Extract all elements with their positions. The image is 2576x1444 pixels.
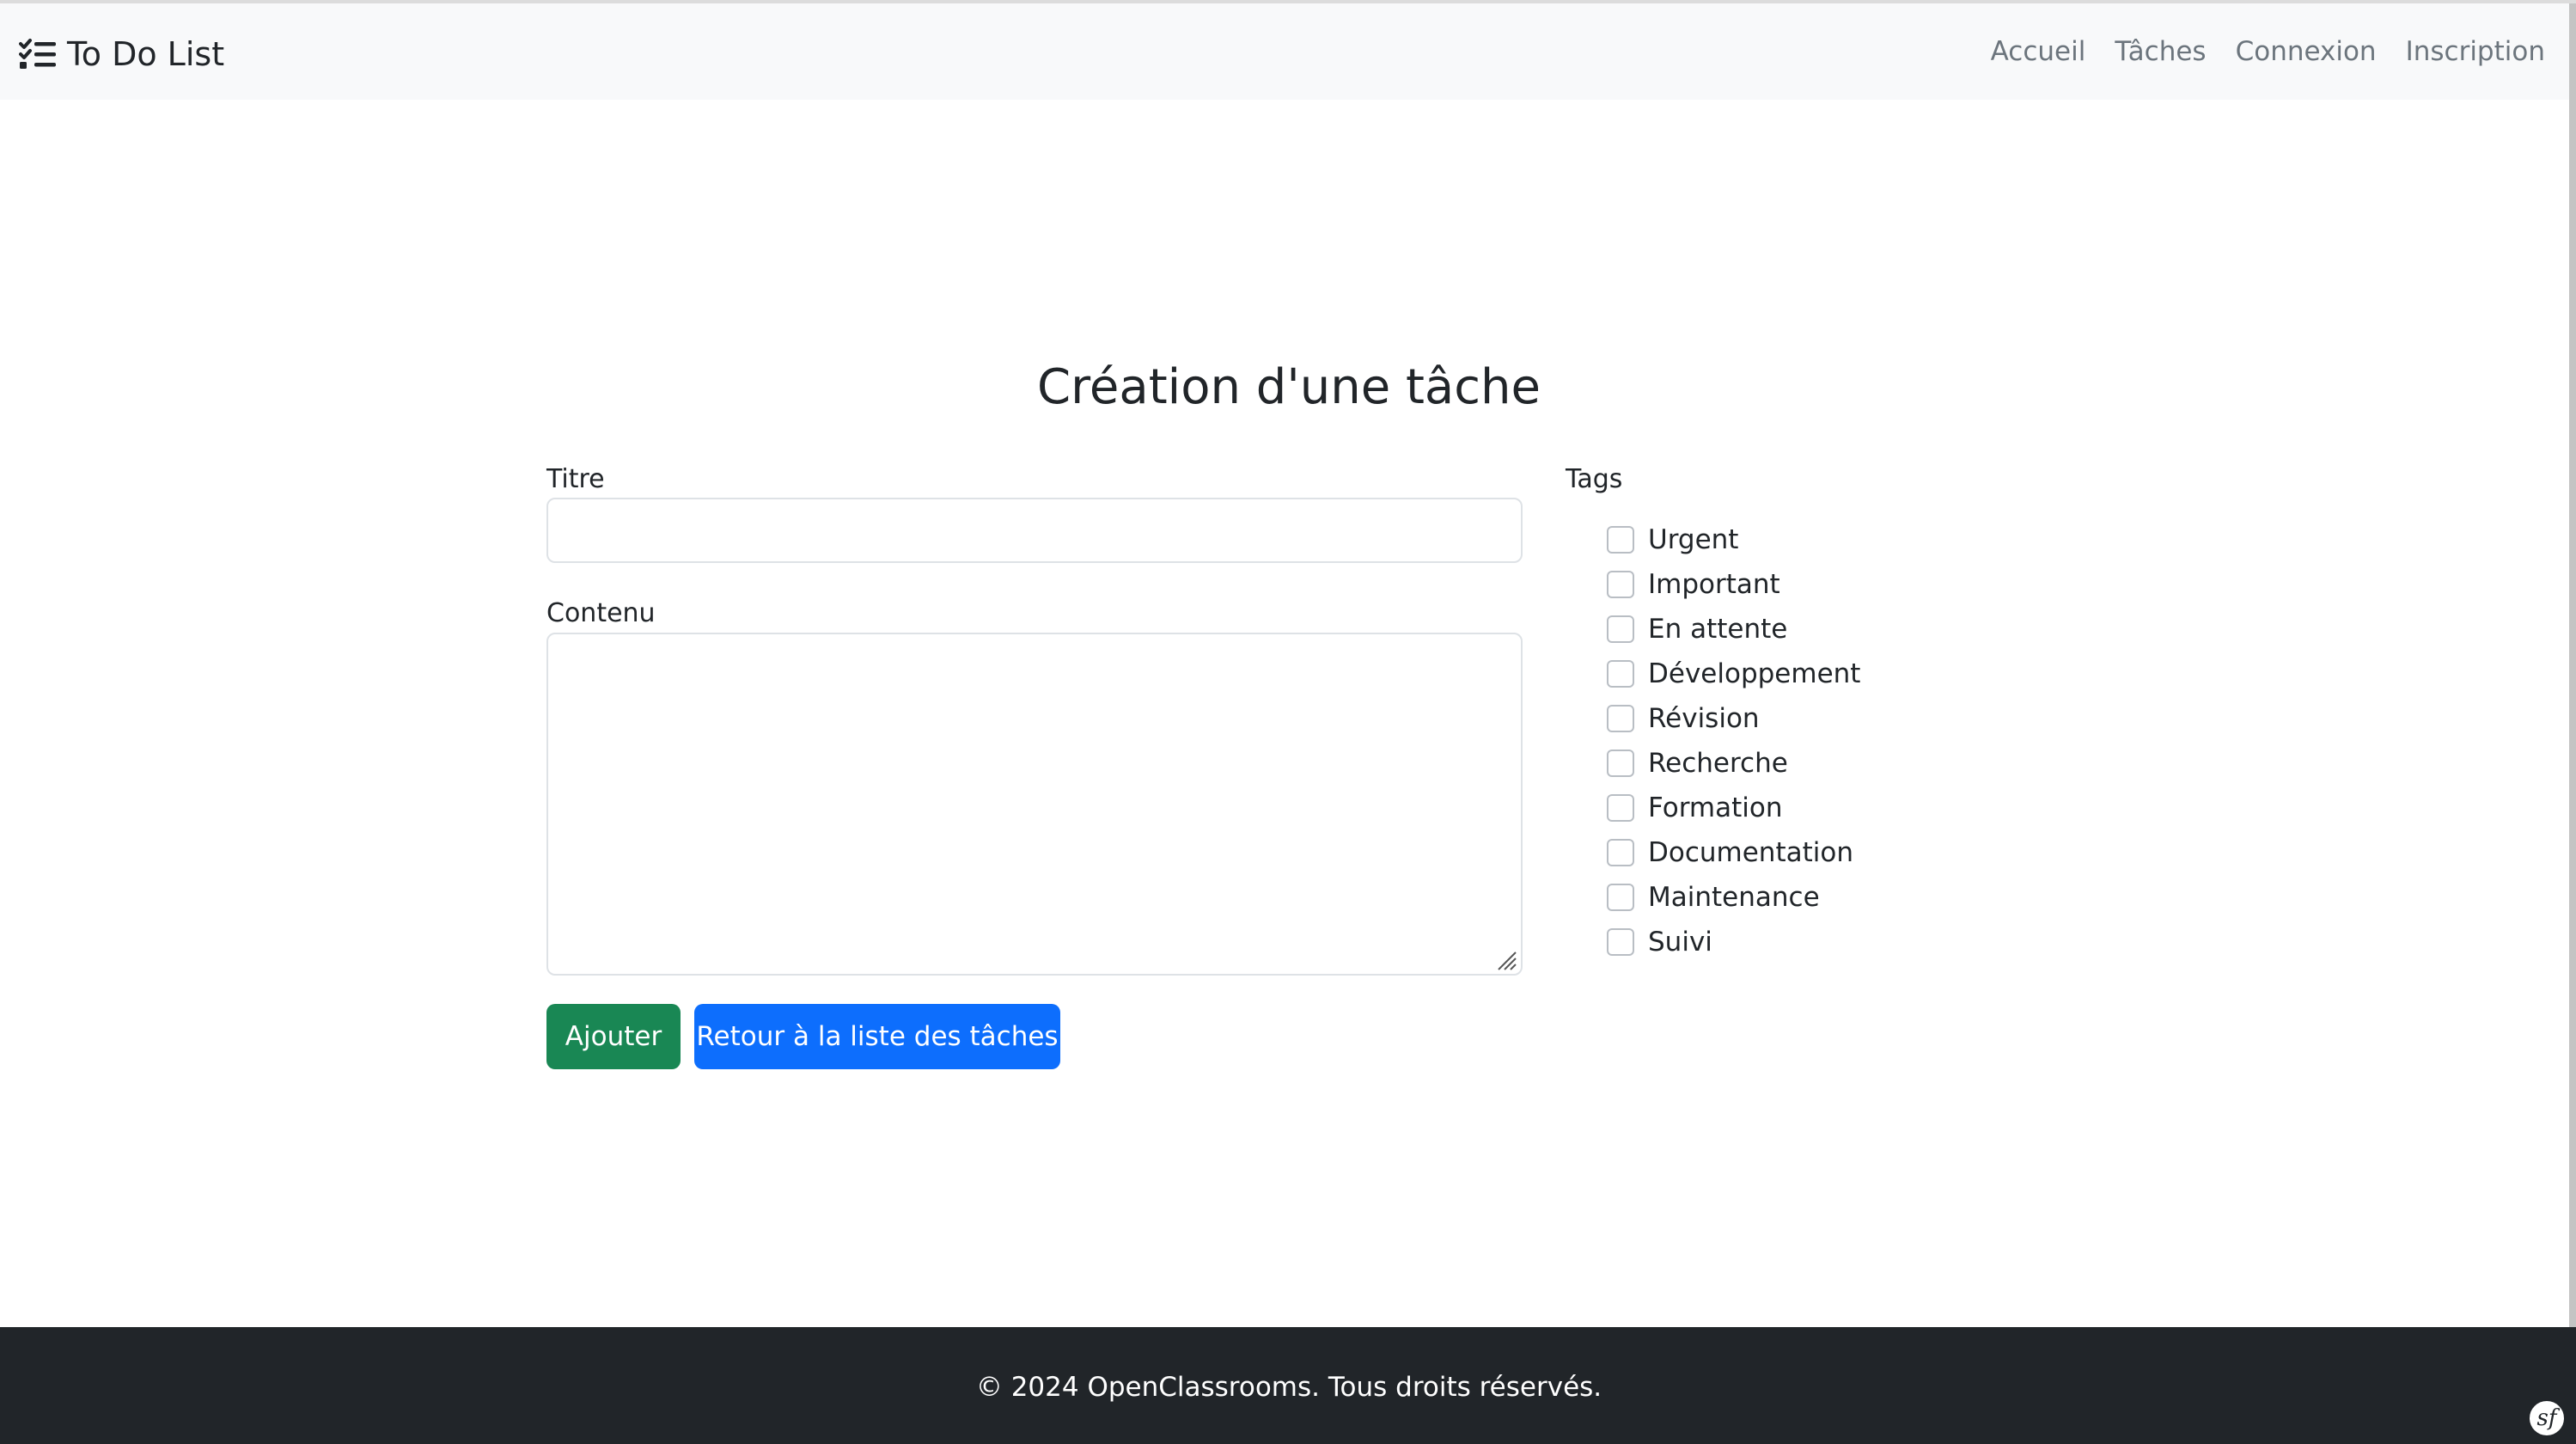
tag-label: Recherche	[1648, 748, 1788, 779]
tag-label: Urgent	[1648, 524, 1739, 555]
back-to-list-button[interactable]: Retour à la liste des tâches	[694, 1004, 1060, 1069]
tag-checkbox[interactable]	[1607, 928, 1634, 956]
resize-grip-icon[interactable]	[1495, 949, 1517, 971]
tag-item-suivi[interactable]: Suivi	[1607, 920, 1860, 964]
tag-checkbox[interactable]	[1607, 884, 1634, 911]
tag-label: En attente	[1648, 614, 1788, 645]
tag-item-documentation[interactable]: Documentation	[1607, 830, 1860, 875]
tag-item-en-attente[interactable]: En attente	[1607, 607, 1860, 652]
footer-text: © 2024 OpenClassrooms. Tous droits réser…	[975, 1372, 1602, 1403]
nav-links: Accueil Tâches Connexion Inscription	[1991, 36, 2545, 67]
footer: © 2024 OpenClassrooms. Tous droits réser…	[0, 1327, 2576, 1444]
title-label: Titre	[546, 464, 605, 494]
title-input[interactable]	[546, 498, 1523, 563]
tags-list: Urgent Important En attente Développemen…	[1607, 517, 1860, 964]
tag-checkbox[interactable]	[1607, 615, 1634, 643]
brand-text: To Do List	[67, 35, 225, 73]
content-label: Contenu	[546, 598, 656, 628]
nav-link-taches[interactable]: Tâches	[2115, 36, 2206, 67]
tag-label: Développement	[1648, 658, 1861, 689]
scrollbar[interactable]	[2569, 3, 2576, 1327]
tag-label: Important	[1648, 569, 1780, 600]
tag-checkbox[interactable]	[1607, 750, 1634, 777]
tag-label: Révision	[1648, 703, 1760, 734]
tag-checkbox[interactable]	[1607, 839, 1634, 866]
add-button[interactable]: Ajouter	[546, 1004, 681, 1069]
page: To Do List Accueil Tâches Connexion Insc…	[0, 0, 2576, 1444]
tag-item-urgent[interactable]: Urgent	[1607, 517, 1860, 562]
tag-label: Formation	[1648, 792, 1783, 823]
tag-label: Suivi	[1648, 927, 1712, 958]
tag-checkbox[interactable]	[1607, 705, 1634, 732]
tag-item-important[interactable]: Important	[1607, 562, 1860, 607]
tag-item-maintenance[interactable]: Maintenance	[1607, 875, 1860, 920]
nav-link-inscription[interactable]: Inscription	[2406, 36, 2545, 67]
tag-checkbox[interactable]	[1607, 571, 1634, 598]
tag-checkbox[interactable]	[1607, 526, 1634, 554]
tags-label: Tags	[1566, 464, 1623, 494]
brand-link[interactable]: To Do List	[19, 33, 224, 76]
tag-label: Maintenance	[1648, 882, 1820, 913]
content-textarea[interactable]	[546, 633, 1523, 976]
tag-item-developpement[interactable]: Développement	[1607, 652, 1860, 696]
tag-item-revision[interactable]: Révision	[1607, 696, 1860, 741]
nav-link-accueil[interactable]: Accueil	[1991, 36, 2086, 67]
tag-label: Documentation	[1648, 837, 1853, 868]
list-check-icon	[19, 39, 56, 69]
tag-checkbox[interactable]	[1607, 794, 1634, 822]
navbar: To Do List Accueil Tâches Connexion Insc…	[0, 3, 2576, 100]
symfony-icon[interactable]: sf	[2528, 1399, 2566, 1437]
page-title: Création d'une tâche	[1037, 359, 1541, 415]
tag-item-formation[interactable]: Formation	[1607, 786, 1860, 830]
nav-link-connexion[interactable]: Connexion	[2236, 36, 2377, 67]
tag-item-recherche[interactable]: Recherche	[1607, 741, 1860, 786]
tag-checkbox[interactable]	[1607, 660, 1634, 688]
